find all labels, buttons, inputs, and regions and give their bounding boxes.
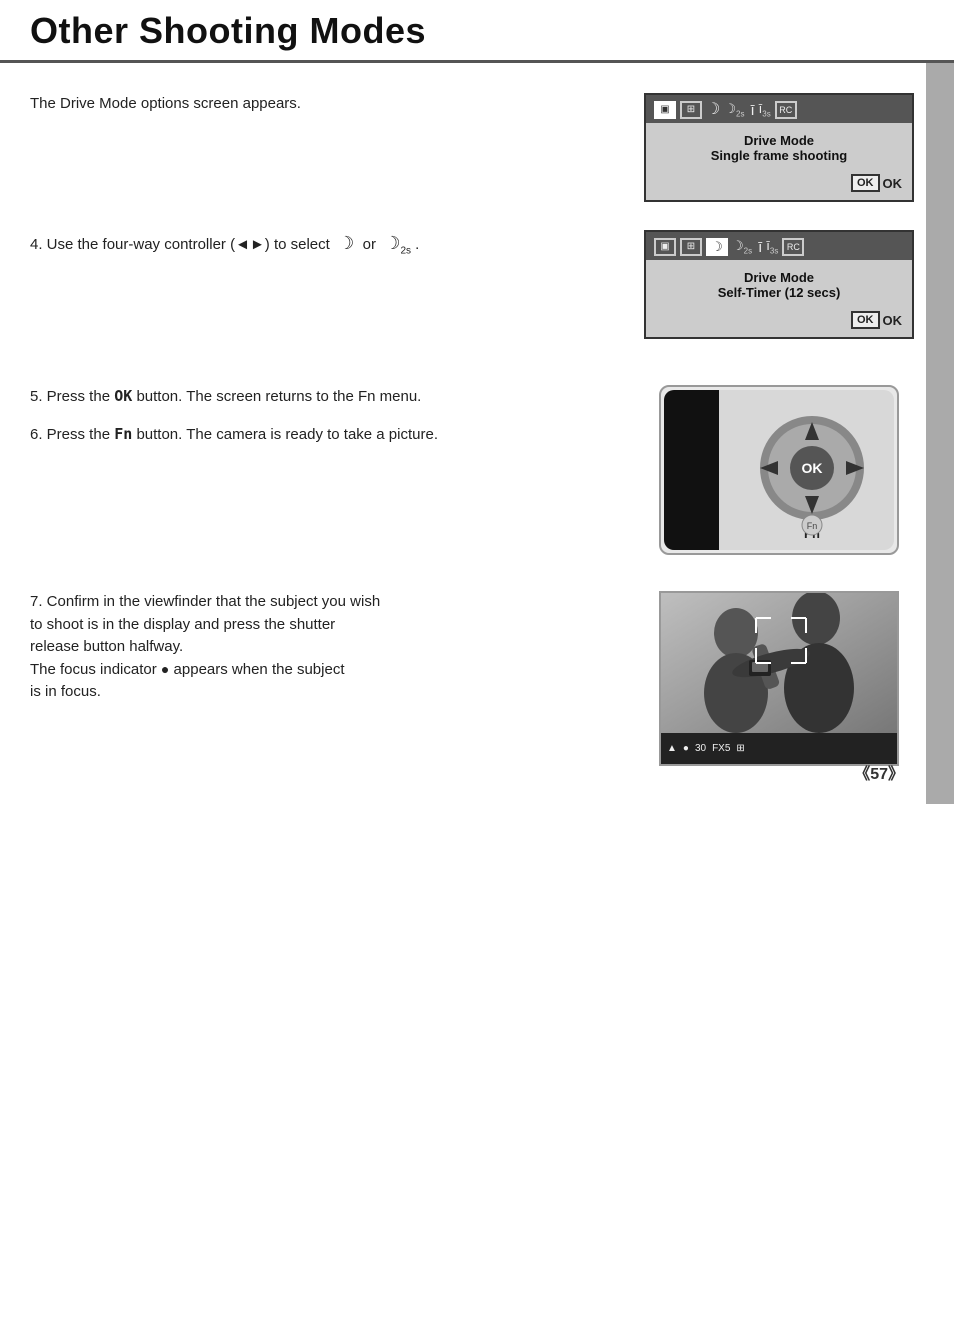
timer-icon-2: ī: [758, 240, 762, 255]
drive-box2-text: Drive Mode Self-Timer (12 secs): [646, 260, 912, 306]
page-header: Other Shooting Modes: [0, 0, 954, 63]
step6-suffix: button. The camera is ready to take a pi…: [132, 426, 438, 443]
svg-text:Fn: Fn: [807, 521, 818, 531]
remote-icon-2: RC: [782, 238, 804, 256]
step7-line5: appears when the subject: [169, 661, 344, 678]
step4-text2: ) to select: [265, 236, 338, 253]
burst-icon: ⊞: [680, 101, 702, 119]
right-arrow: ►: [250, 236, 265, 253]
ok-indicator-1: OK OK: [851, 174, 902, 192]
drive-mode-box-2: ▣ ⊞ ☽ ☽2s ī ī3s RC Drive Mode Self-Timer…: [644, 230, 914, 339]
step7-line2: to shoot is in the display and press the…: [30, 616, 335, 633]
self-timer-sym: ☽: [338, 233, 354, 253]
step7-line6: is in focus.: [30, 683, 101, 700]
intro-paragraph: The Drive Mode options screen appears.: [30, 93, 614, 116]
steps56-text-col: 5. Press the OK button. The screen retur…: [30, 385, 634, 456]
burst-3s-icon: ī3s: [759, 102, 771, 119]
page-title: Other Shooting Modes: [30, 10, 924, 52]
step5-suffix: button. The screen returns to the Fn men…: [132, 388, 421, 405]
svg-text:OK: OK: [802, 460, 823, 476]
camera-btn-col: OK Fn Fn: [634, 385, 924, 555]
section-intro: The Drive Mode options screen appears. ▣…: [30, 93, 924, 202]
people-svg: [661, 593, 897, 733]
camera-button-image: OK Fn Fn: [659, 385, 899, 555]
status-value2: FX5: [712, 743, 730, 754]
drive-mode-label-2: Drive Mode: [656, 270, 902, 285]
status-icon: ⊞: [736, 743, 744, 754]
step7-line1: 7. Confirm in the viewfinder that the su…: [30, 593, 380, 610]
viewfinder-image: ▲ ● 30 FX5 ⊞: [659, 591, 899, 766]
step7-line4: The focus indicator: [30, 661, 161, 678]
self-timer-2s-icon: ☽2s: [724, 102, 744, 119]
step4-period: .: [411, 236, 419, 253]
status-triangle: ▲: [667, 743, 677, 754]
drive-mode-box-1: ▣ ⊞ ☽ ☽2s ī ī3s RC Drive Mode Single fra…: [644, 93, 914, 202]
drive-submode-label-2: Self-Timer (12 secs): [656, 285, 902, 300]
self-timer-12s-icon: ☽: [706, 102, 720, 118]
step7-text-col: 7. Confirm in the viewfinder that the su…: [30, 591, 634, 714]
remote-icon: RC: [775, 101, 797, 119]
section-steps56: 5. Press the OK button. The screen retur…: [30, 385, 924, 555]
or-text: or: [354, 236, 384, 253]
step6-paragraph: 6. Press the Fn button. The camera is re…: [30, 423, 614, 447]
section-step4: 4. Use the four-way controller (◄►) to s…: [30, 230, 924, 339]
fn-bold: Fn: [114, 425, 132, 443]
camera-button-svg: OK Fn Fn: [664, 390, 894, 550]
self-timer-2s-icon-2: ☽2s: [732, 239, 752, 256]
drive-box1-ok: OK OK: [646, 169, 912, 200]
status-value1: 30: [695, 743, 706, 754]
ok-bold: OK: [114, 387, 132, 405]
drive-box2-icons: ▣ ⊞ ☽ ☽2s ī ī3s RC: [646, 232, 912, 260]
step5-paragraph: 5. Press the OK button. The screen retur…: [30, 385, 614, 409]
drive-submmode-label-1: Single frame shooting: [656, 148, 902, 163]
left-arrow: ◄: [235, 236, 250, 253]
ok-box-2: OK: [851, 311, 880, 329]
step4-text-col: 4. Use the four-way controller (◄►) to s…: [30, 230, 634, 269]
drive-box2-col: ▣ ⊞ ☽ ☽2s ī ī3s RC Drive Mode Self-Timer…: [634, 230, 924, 339]
page-number: 《57》: [854, 760, 904, 784]
ok-indicator-2: OK OK: [851, 311, 902, 329]
step4-text: 4. Use the four-way controller (: [30, 236, 235, 253]
ok-label-1: OK: [883, 176, 903, 191]
self-timer-2s-sym: ☽2s: [384, 233, 411, 253]
ok-label-2: OK: [883, 313, 903, 328]
intro-text-col: The Drive Mode options screen appears.: [30, 93, 634, 126]
viewfinder-col: ▲ ● 30 FX5 ⊞: [634, 591, 924, 766]
step7-paragraph: 7. Confirm in the viewfinder that the su…: [30, 591, 614, 704]
burst-icon-2: ⊞: [680, 238, 702, 256]
sidebar-strip: [926, 63, 954, 804]
main-content: The Drive Mode options screen appears. ▣…: [0, 63, 954, 804]
drive-box1-text: Drive Mode Single frame shooting: [646, 123, 912, 169]
single-frame-icon-2: ▣: [654, 238, 676, 256]
drive-box1-col: ▣ ⊞ ☽ ☽2s ī ī3s RC Drive Mode Single fra…: [634, 93, 924, 202]
ok-box-1: OK: [851, 174, 880, 192]
drive-mode-label-1: Drive Mode: [656, 133, 902, 148]
photo-area: [661, 593, 897, 733]
self-timer-icon-selected: ☽: [706, 238, 728, 256]
drive-box1-icons: ▣ ⊞ ☽ ☽2s ī ī3s RC: [646, 95, 912, 123]
step4-paragraph: 4. Use the four-way controller (◄►) to s…: [30, 230, 614, 259]
timer-icon: ī: [750, 103, 754, 118]
step5-prefix: 5. Press the: [30, 388, 114, 405]
step6-prefix: 6. Press the: [30, 426, 114, 443]
drive-box2-ok: OK OK: [646, 306, 912, 337]
status-dot: ●: [683, 743, 689, 754]
single-frame-icon: ▣: [654, 101, 676, 119]
burst-3s-icon-2: ī3s: [766, 239, 778, 256]
step7-line3: release button halfway.: [30, 638, 183, 655]
section-step7: 7. Confirm in the viewfinder that the su…: [30, 591, 924, 766]
